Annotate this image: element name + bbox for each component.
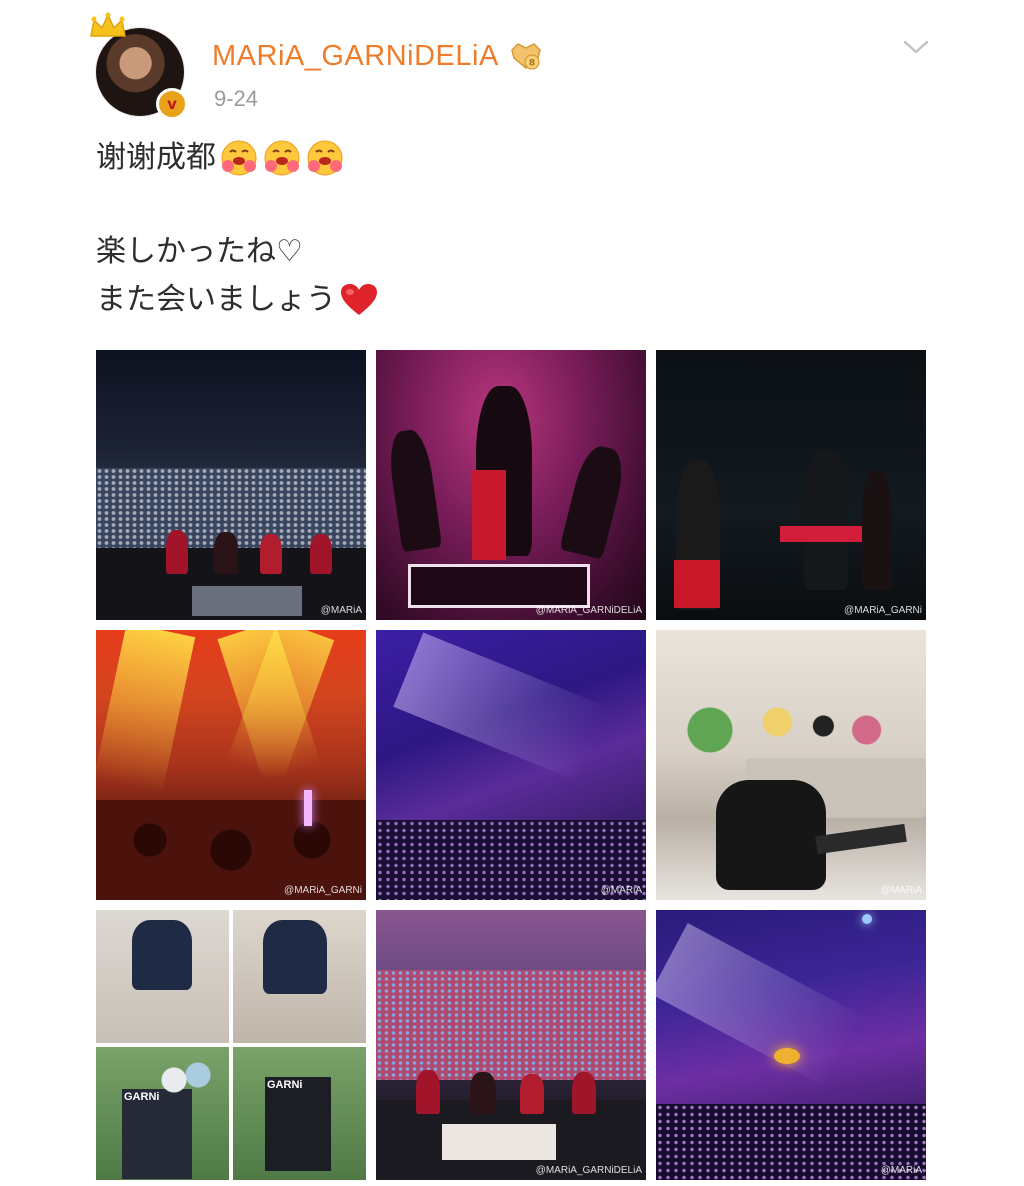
watermark: @MARiA_GARNiDELiA — [535, 605, 642, 616]
dancer — [385, 427, 443, 553]
stage-banner — [192, 586, 302, 616]
watermark: @MARiA — [880, 885, 922, 896]
photo-8[interactable]: @MARiA_GARNiDELiA — [376, 910, 646, 1180]
poster: GARNi — [265, 1077, 331, 1171]
red-skirt — [674, 560, 720, 608]
performer — [310, 534, 332, 574]
photo-3[interactable]: @MARiA_GARNi — [656, 350, 926, 620]
watermark: @MARiA — [880, 1165, 922, 1176]
photo-6[interactable]: @MARiA — [656, 630, 926, 900]
watermark: @MARiA — [600, 885, 642, 896]
photo-4[interactable]: @MARiA_GARNi — [96, 630, 366, 900]
person — [716, 780, 826, 890]
stage-box — [408, 564, 590, 608]
photo-7[interactable]: GARNi GARNi — [96, 910, 366, 1180]
poster-text: GARNi — [267, 1079, 303, 1091]
performer — [470, 1072, 496, 1114]
performer — [260, 534, 282, 574]
photo-9[interactable]: @MARiA — [656, 910, 926, 1180]
hugging-face-emoji-icon — [264, 140, 300, 176]
post-date: 9-24 — [214, 86, 259, 111]
photo-5[interactable]: @MARiA — [376, 630, 646, 900]
performer — [520, 1074, 544, 1114]
flower-stand-photo-2 — [233, 910, 366, 1043]
performer — [572, 1072, 596, 1114]
legs — [815, 823, 907, 855]
post-text: 谢谢成都 楽しかったね♡ また会いましょう — [96, 134, 379, 324]
hugging-face-emoji-icon — [307, 140, 343, 176]
light-beam — [393, 632, 609, 782]
bouquet — [132, 920, 192, 990]
text-line-3: また会いましょう — [96, 276, 379, 324]
stage-banner — [442, 1124, 556, 1160]
post-header: v MARiA_GARNiDELiA 8 9-24 — [0, 0, 1024, 130]
text-line-3-content: また会いましょう — [96, 282, 336, 317]
dancer — [559, 442, 629, 560]
photo-grid: @MARiA @MARiA_GARNiDELiA @MARiA_GARNi @M… — [96, 350, 926, 1180]
svg-text:8: 8 — [529, 59, 535, 69]
watermark: @MARiA_GARNi — [844, 605, 922, 616]
text-line-1-content: 谢谢成都 — [96, 140, 216, 175]
watermark: @MARiA — [320, 605, 362, 616]
photo-2[interactable]: @MARiA_GARNiDELiA — [376, 350, 646, 620]
hugging-face-emoji-icon — [221, 140, 257, 176]
performer — [214, 532, 238, 574]
performer — [862, 470, 892, 590]
flower-stand-photo-1 — [96, 910, 229, 1043]
flowers — [156, 1055, 216, 1105]
bouquet — [263, 920, 327, 994]
member-badge-icon[interactable]: 8 — [508, 40, 544, 72]
keyboardist — [804, 450, 848, 590]
light-beam — [96, 630, 196, 794]
username[interactable]: MARiA_GARNiDELiA — [212, 40, 499, 73]
verified-icon: v — [156, 88, 188, 120]
red-heart-emoji-icon — [341, 284, 377, 315]
glow-stick — [304, 790, 312, 826]
avatar-container[interactable]: v — [90, 12, 188, 120]
crowd-area — [376, 970, 646, 1080]
flower-stand-photo-3: GARNi — [96, 1047, 229, 1180]
text-line-2-content: 楽しかったね♡ — [96, 234, 303, 269]
stage-light — [774, 1048, 800, 1064]
photo-1[interactable]: @MARiA — [96, 350, 366, 620]
crown-icon — [90, 12, 126, 37]
stage-light — [862, 914, 872, 924]
performer — [166, 530, 188, 574]
light-beam — [656, 923, 865, 1088]
flower-stand-photo-4: GARNi — [233, 1047, 366, 1180]
chevron-down-icon[interactable] — [902, 38, 930, 56]
text-line-1: 谢谢成都 — [96, 134, 379, 182]
watermark: @MARiA_GARNiDELiA — [535, 1165, 642, 1176]
performer — [416, 1070, 440, 1114]
red-skirt — [472, 470, 506, 560]
watermark: @MARiA_GARNi — [284, 885, 362, 896]
text-line-2: 楽しかったね♡ — [96, 228, 379, 276]
